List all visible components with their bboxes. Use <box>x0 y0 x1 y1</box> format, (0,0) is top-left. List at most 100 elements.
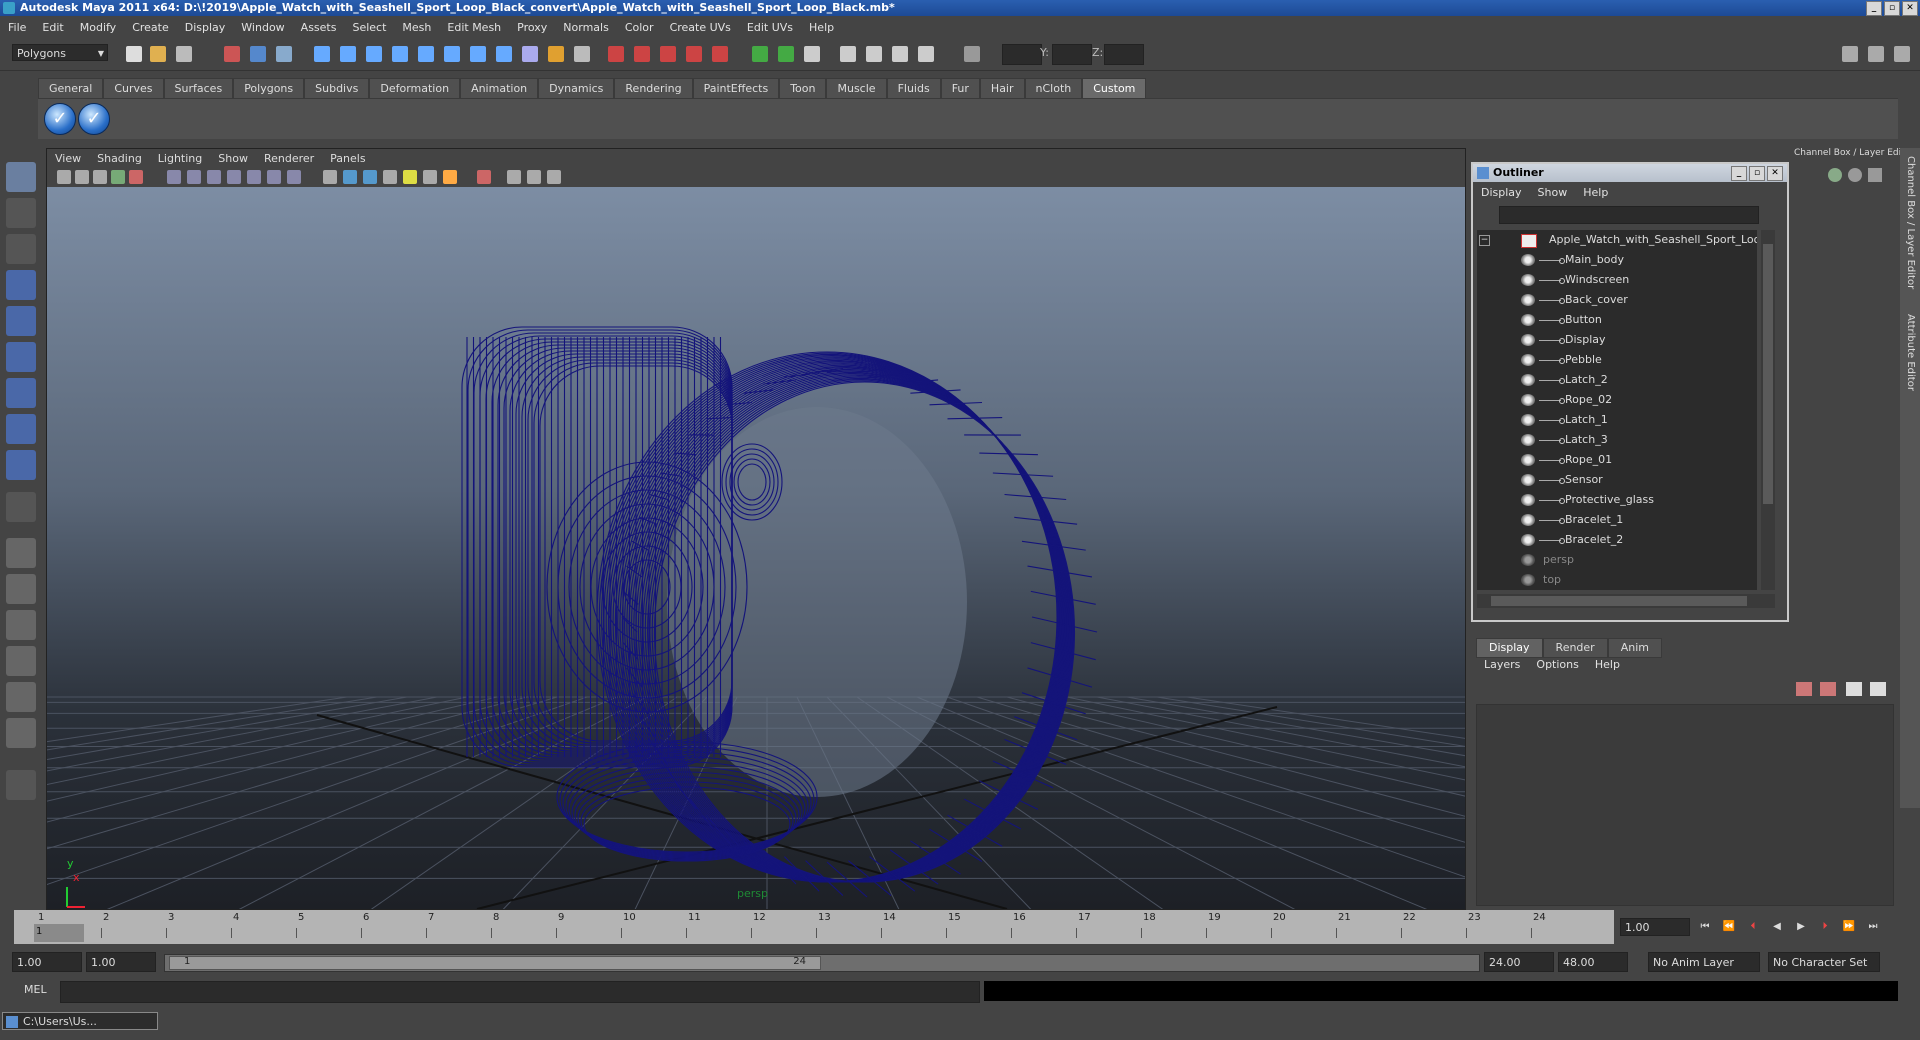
resolution-gate-icon[interactable] <box>207 170 221 184</box>
select-handle-icon[interactable] <box>314 46 330 62</box>
menu-create[interactable]: Create <box>124 21 177 34</box>
go-to-end-icon[interactable]: ⏭ <box>1864 918 1882 936</box>
channel-box-icon[interactable] <box>1828 168 1842 182</box>
show-manipulator-icon[interactable] <box>6 450 36 480</box>
select-joint-icon[interactable] <box>340 46 356 62</box>
new-layer-icon[interactable] <box>1846 682 1862 696</box>
ipr-render-icon[interactable] <box>892 46 908 62</box>
move-layer-down-icon[interactable] <box>1820 682 1836 696</box>
go-to-start-icon[interactable]: ⏮ <box>1696 918 1714 936</box>
paint-select-tool-icon[interactable] <box>6 234 36 264</box>
outliner-titlebar[interactable]: Outliner _ ▫ ✕ <box>1473 164 1787 182</box>
all-lights-icon[interactable] <box>423 170 437 184</box>
current-time-marker[interactable]: 1 <box>34 924 84 942</box>
outliner-root-item[interactable]: − Apple_Watch_with_Seashell_Sport_Loop_B… <box>1477 230 1757 250</box>
hypershade-layout-icon[interactable] <box>6 682 36 712</box>
select-curve-icon[interactable] <box>366 46 382 62</box>
render-view-icon[interactable] <box>840 46 856 62</box>
menu-set-selector[interactable]: Polygons ▼ <box>12 44 108 61</box>
outliner-item[interactable]: Display <box>1477 330 1757 350</box>
help-question-icon[interactable] <box>522 46 538 62</box>
viewport-menu-view[interactable]: View <box>47 152 89 165</box>
animation-end-field[interactable]: 48.00 <box>1558 952 1628 972</box>
menu-assets[interactable]: Assets <box>293 21 345 34</box>
outliner-item[interactable]: Protective_glass <box>1477 490 1757 510</box>
viewport-menu-show[interactable]: Show <box>210 152 256 165</box>
outliner-horizontal-scrollbar[interactable] <box>1477 594 1775 608</box>
character-set-select[interactable]: No Character Set <box>1768 952 1880 972</box>
layer-menu-layers[interactable]: Layers <box>1476 658 1528 671</box>
layer-tab-display[interactable]: Display <box>1476 638 1543 658</box>
lock-selection-icon[interactable] <box>548 46 564 62</box>
single-perspective-layout-icon[interactable] <box>6 538 36 568</box>
image-plane-icon[interactable] <box>111 170 125 184</box>
menu-proxy[interactable]: Proxy <box>509 21 555 34</box>
layer-menu-options[interactable]: Options <box>1528 658 1586 671</box>
shelf-tab-hair[interactable]: Hair <box>979 78 1025 99</box>
outliner-item[interactable]: Bracelet_2 <box>1477 530 1757 550</box>
select-misc-icon[interactable] <box>496 46 512 62</box>
smooth-shade-icon[interactable] <box>343 170 357 184</box>
select-dynamic-icon[interactable] <box>444 46 460 62</box>
outliner-close-button[interactable]: ✕ <box>1767 166 1783 181</box>
play-forward-icon[interactable]: ▶ <box>1792 918 1810 936</box>
grid-toggle-icon[interactable] <box>167 170 181 184</box>
menu-edit-mesh[interactable]: Edit Mesh <box>439 21 509 34</box>
outliner-item[interactable]: Main_body <box>1477 250 1757 270</box>
shelf-tab-subdivs[interactable]: Subdivs <box>304 78 370 99</box>
snap-grid-icon[interactable] <box>608 46 624 62</box>
safe-action-icon[interactable] <box>267 170 281 184</box>
select-camera-icon[interactable] <box>57 170 71 184</box>
perspective-viewport[interactable]: View Shading Lighting Show Renderer Pane… <box>46 148 1466 910</box>
select-component-icon[interactable] <box>276 46 292 62</box>
shelf-tab-ncloth[interactable]: nCloth <box>1024 78 1083 99</box>
menu-edit[interactable]: Edit <box>34 21 71 34</box>
two-d-pan-zoom-icon[interactable] <box>129 170 143 184</box>
outliner-camera-item[interactable]: top <box>1477 570 1757 590</box>
channel-layer-icon[interactable] <box>1868 168 1882 182</box>
layer-menu-help[interactable]: Help <box>1587 658 1628 671</box>
outliner-item[interactable]: Pebble <box>1477 350 1757 370</box>
menu-window[interactable]: Window <box>233 21 292 34</box>
outliner-item[interactable]: Sensor <box>1477 470 1757 490</box>
step-back-key-icon[interactable]: ⏪ <box>1720 918 1738 936</box>
outliner-menu-show[interactable]: Show <box>1530 186 1576 199</box>
outliner-item[interactable]: Latch_2 <box>1477 370 1757 390</box>
outliner-scroll-thumb[interactable] <box>1763 244 1773 504</box>
shelf-tab-deformation[interactable]: Deformation <box>369 78 461 99</box>
xray-components-icon[interactable] <box>547 170 561 184</box>
range-slider[interactable]: 1 24 <box>164 954 1480 972</box>
new-scene-icon[interactable] <box>126 46 142 62</box>
select-hierarchy-icon[interactable] <box>224 46 240 62</box>
play-backward-icon[interactable]: ◀ <box>1768 918 1786 936</box>
menu-modify[interactable]: Modify <box>72 21 124 34</box>
shelf-tab-polygons[interactable]: Polygons <box>233 78 305 99</box>
menu-help[interactable]: Help <box>801 21 842 34</box>
viewport-scene[interactable] <box>47 187 1465 909</box>
range-slider-thumb[interactable]: 1 24 <box>169 956 821 970</box>
persp-outliner-layout-icon[interactable] <box>6 610 36 640</box>
outliner-camera-item[interactable]: persp <box>1477 550 1757 570</box>
step-forward-frame-icon[interactable]: ⏵ <box>1816 918 1834 936</box>
animation-start-field[interactable]: 1.00 <box>12 952 82 972</box>
move-layer-up-icon[interactable] <box>1796 682 1812 696</box>
snap-curve-icon[interactable] <box>634 46 650 62</box>
side-tab-channel-box[interactable]: Channel Box / Layer Editor <box>1905 156 1916 289</box>
shelf-tab-fluids[interactable]: Fluids <box>886 78 941 99</box>
select-object-icon[interactable] <box>250 46 266 62</box>
viewport-menu-renderer[interactable]: Renderer <box>256 152 322 165</box>
new-layer-selected-icon[interactable] <box>1870 682 1886 696</box>
default-lighting-icon[interactable] <box>403 170 417 184</box>
viewport-menu-lighting[interactable]: Lighting <box>150 152 210 165</box>
shelf-tab-dynamics[interactable]: Dynamics <box>538 78 615 99</box>
step-forward-key-icon[interactable]: ⏩ <box>1840 918 1858 936</box>
shelf-tab-toon[interactable]: Toon <box>779 78 827 99</box>
menu-mesh[interactable]: Mesh <box>394 21 439 34</box>
step-back-frame-icon[interactable]: ⏴ <box>1744 918 1762 936</box>
snap-point-icon[interactable] <box>660 46 676 62</box>
open-scene-icon[interactable] <box>150 46 166 62</box>
tool-settings-icon[interactable] <box>6 770 36 800</box>
universal-manipulator-icon[interactable] <box>6 378 36 408</box>
shadows-icon[interactable] <box>443 170 457 184</box>
menu-display[interactable]: Display <box>177 21 234 34</box>
